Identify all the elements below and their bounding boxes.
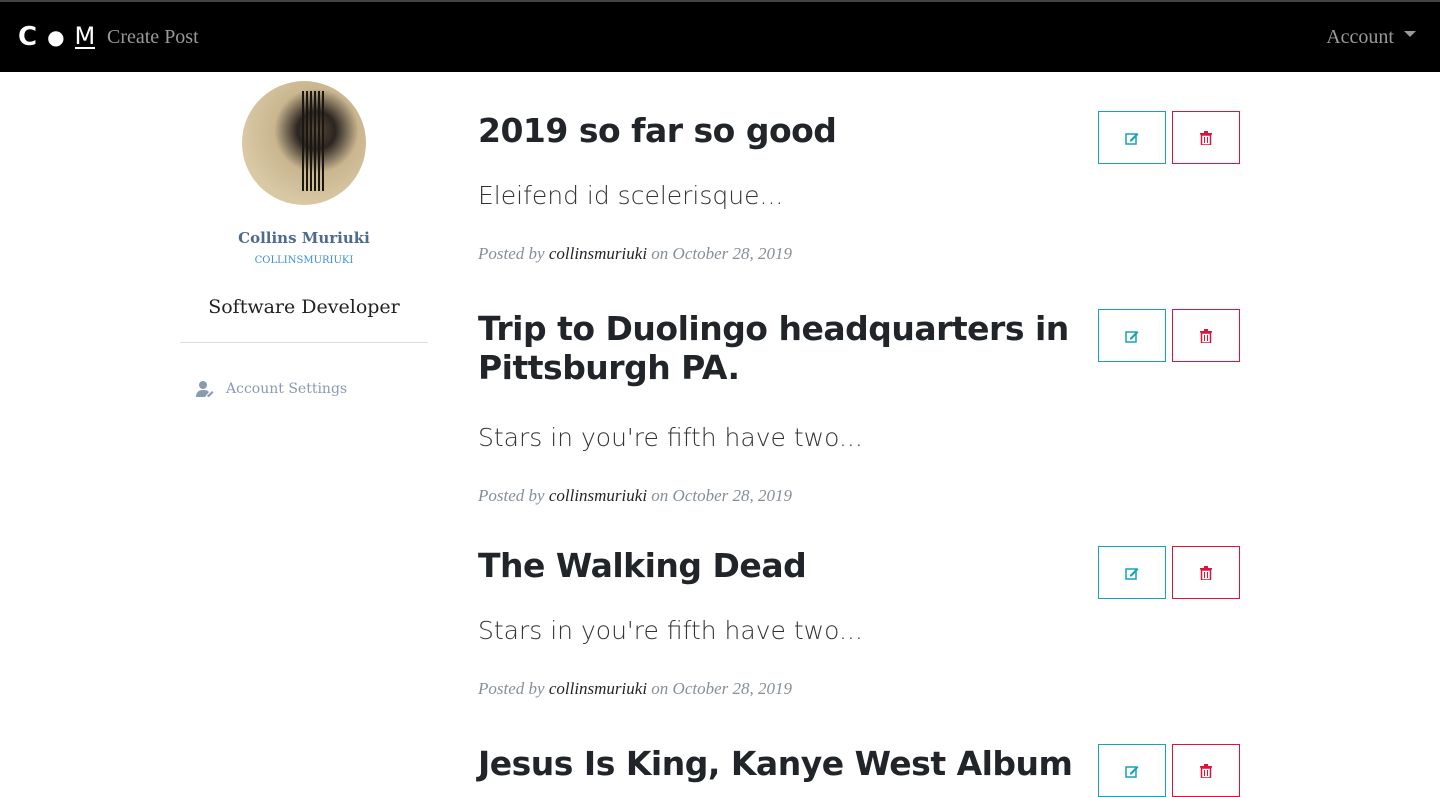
post-title[interactable]: Trip to Duolingo headquarters in Pittsbu… <box>478 309 1080 387</box>
post-excerpt: Stars in you're fifth have two... <box>478 423 863 452</box>
trash-icon <box>1200 328 1212 343</box>
delete-button[interactable] <box>1172 744 1240 797</box>
edit-button[interactable] <box>1098 744 1166 797</box>
trash-icon <box>1200 130 1212 145</box>
edit-icon <box>1125 330 1139 343</box>
trash-icon <box>1200 763 1212 778</box>
post-excerpt: Stars in you're fifth have two... <box>478 616 863 645</box>
post-title[interactable]: Jesus Is King, Kanye West Album <box>478 744 1080 783</box>
profile-username: COLLINSMURIUKI <box>254 255 354 266</box>
delete-button[interactable] <box>1172 309 1240 362</box>
post-date: October 28, 2019 <box>672 486 793 505</box>
post-meta: Posted by collinsmuriuki on October 28, … <box>478 244 793 263</box>
divider <box>180 342 428 343</box>
post-title[interactable]: 2019 so far so good <box>478 111 1080 150</box>
avatar <box>242 81 366 205</box>
edit-icon <box>1125 567 1139 580</box>
delete-button[interactable] <box>1172 111 1240 164</box>
post-item: The Walking Dead Stars in you're fifth h… <box>478 546 1240 699</box>
post-item: 2019 so far so good Eleifend id sceleris… <box>478 111 1240 264</box>
post-author: collinsmuriuki <box>548 244 648 263</box>
post-date: October 28, 2019 <box>672 679 793 698</box>
edit-icon <box>1125 132 1139 145</box>
post-item: Jesus Is King, Kanye West Album <box>478 744 1240 797</box>
post-author: collinsmuriuki <box>548 679 648 698</box>
account-settings-label: Account Settings <box>226 381 348 397</box>
edit-icon <box>1125 765 1139 778</box>
brand-logo[interactable]: C ● M <box>18 22 96 52</box>
post-excerpt: Eleifend id scelerisque... <box>478 181 784 210</box>
edit-button[interactable] <box>1098 111 1166 164</box>
user-edit-icon <box>196 381 214 397</box>
post-title[interactable]: The Walking Dead <box>478 546 1080 585</box>
account-label: Account <box>1326 26 1394 48</box>
account-dropdown[interactable]: Account <box>1326 26 1416 49</box>
edit-button[interactable] <box>1098 309 1166 362</box>
caret-down-icon <box>1404 31 1416 38</box>
create-post-link[interactable]: Create Post <box>107 26 199 49</box>
post-author: collinsmuriuki <box>548 486 648 505</box>
profile-name: Collins Muriuki <box>238 229 370 247</box>
post-meta: Posted by collinsmuriuki on October 28, … <box>478 486 793 505</box>
navbar: C ● M Create Post Account <box>0 0 1440 72</box>
post-item: Trip to Duolingo headquarters in Pittsbu… <box>478 309 1240 506</box>
edit-button[interactable] <box>1098 546 1166 599</box>
trash-icon <box>1200 565 1212 580</box>
post-date: October 28, 2019 <box>672 244 793 263</box>
delete-button[interactable] <box>1172 546 1240 599</box>
account-settings-link[interactable]: Account Settings <box>180 381 428 397</box>
post-meta: Posted by collinsmuriuki on October 28, … <box>478 679 793 698</box>
profile-sidebar: Collins Muriuki COLLINSMURIUKI Software … <box>180 72 428 397</box>
profile-bio: Software Developer <box>208 296 400 318</box>
